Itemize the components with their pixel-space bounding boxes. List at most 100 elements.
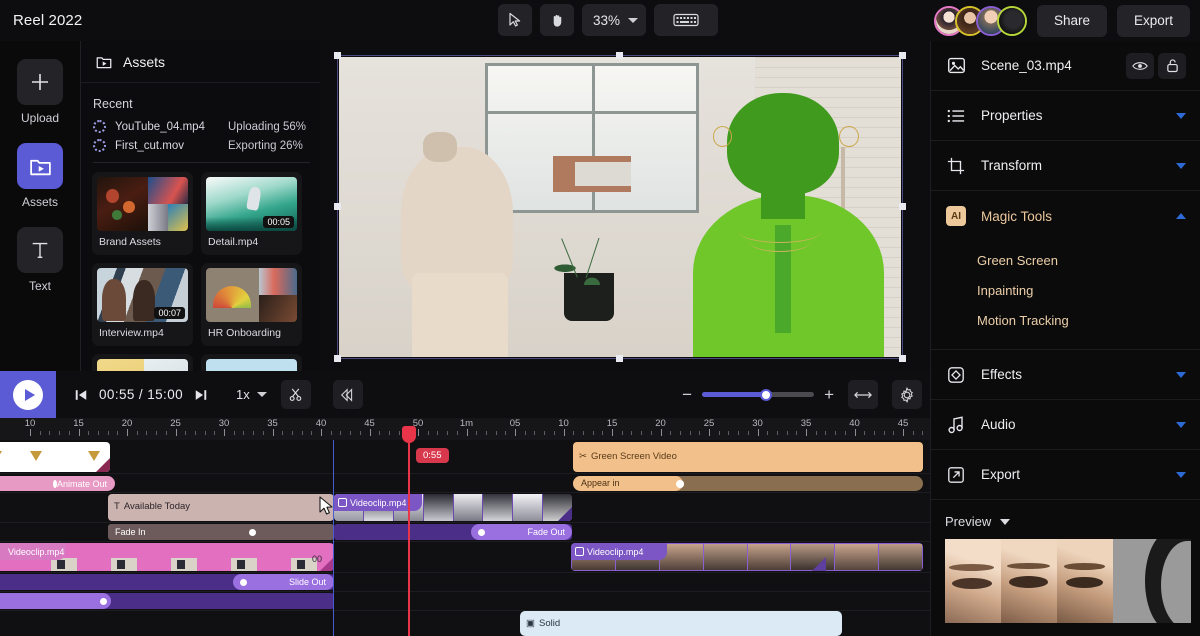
timeline-clip[interactable]: TAvailable Today xyxy=(108,494,334,521)
video-selection-frame[interactable] xyxy=(338,56,902,358)
lock-toggle[interactable] xyxy=(1158,53,1186,79)
sidebar-item-text[interactable]: Text xyxy=(0,227,80,293)
text-button[interactable] xyxy=(17,227,63,273)
zoom-level-dropdown[interactable]: 33% xyxy=(582,4,646,36)
section-magic-tools[interactable]: AI Magic Tools xyxy=(931,191,1200,241)
timeline-clip[interactable]: ▣Solid xyxy=(520,611,842,636)
chevron-down-icon[interactable] xyxy=(1000,519,1010,525)
resize-handle-ml[interactable] xyxy=(334,203,341,210)
playback-speed-dropdown[interactable]: 1x xyxy=(236,387,267,402)
track-row[interactable]: TAvailable Today Video xyxy=(0,493,930,523)
chevron-down-icon[interactable] xyxy=(1176,113,1186,119)
asset-card[interactable]: Brand Assets xyxy=(92,172,193,255)
visibility-toggle[interactable] xyxy=(1126,53,1154,79)
magic-tool-green-screen[interactable]: Green Screen xyxy=(931,245,1200,275)
assets-button[interactable] xyxy=(17,143,63,189)
magic-tool-motion-tracking[interactable]: Motion Tracking xyxy=(931,305,1200,335)
share-button[interactable]: Share xyxy=(1037,5,1107,37)
keyframe-bar[interactable]: Appear in Appear in xyxy=(573,476,923,491)
timeline-settings-button[interactable] xyxy=(892,380,922,409)
chevron-down-icon[interactable] xyxy=(1176,422,1186,428)
keyframe-label: Slide Out xyxy=(289,577,326,587)
timeline-clip[interactable] xyxy=(0,442,110,472)
avatar[interactable] xyxy=(997,6,1027,36)
split-clip-button[interactable] xyxy=(281,380,311,409)
hand-tool-button[interactable] xyxy=(540,4,574,36)
track-row[interactable]: Videoclip.mp4 00 00 xyxy=(0,542,930,573)
zoom-in-button[interactable]: + xyxy=(824,385,834,405)
upload-button[interactable] xyxy=(17,59,63,105)
section-effects[interactable]: Effects xyxy=(931,350,1200,400)
timeline-clip[interactable]: Videoclip.mp4 00 00 xyxy=(0,543,334,571)
select-tool-button[interactable] xyxy=(498,4,532,36)
keyframe-bar[interactable]: Animate Out xyxy=(0,476,115,491)
selected-clip-row[interactable]: Scene_03.mp4 xyxy=(931,41,1200,91)
asset-card[interactable]: 00:07 Interview.mp4 xyxy=(92,263,193,346)
ruler-tick-minor xyxy=(690,431,691,435)
track-row[interactable]: ▣Solid xyxy=(0,611,930,636)
track-row[interactable]: Fade In Fade Out xyxy=(0,523,930,542)
resize-handle-mr[interactable] xyxy=(899,203,906,210)
track-row[interactable]: Slide Out xyxy=(0,573,930,592)
track-row[interactable]: Animate Out Appear in Appear in xyxy=(0,474,930,493)
resize-handle-br[interactable] xyxy=(899,355,906,362)
video-editor-app: Reel 2022 33% xyxy=(0,0,1200,636)
keyframe-bar[interactable]: Fade In xyxy=(108,524,334,540)
section-transform[interactable]: Transform xyxy=(931,141,1200,191)
section-properties[interactable]: Properties xyxy=(931,91,1200,141)
timeline[interactable]: 1015202530354045501m05101520253035404550… xyxy=(0,418,930,636)
section-label: Transform xyxy=(981,158,1042,173)
export-button[interactable]: Export xyxy=(1117,5,1190,37)
playhead-handle[interactable] xyxy=(402,426,416,443)
chevron-up-icon[interactable] xyxy=(1176,213,1186,219)
track-row[interactable]: ✂Green Screen Video xyxy=(0,440,930,474)
effects-icon xyxy=(945,366,967,384)
keyframe-dot[interactable] xyxy=(100,598,107,605)
track-row[interactable] xyxy=(0,592,930,611)
collaborator-avatars[interactable] xyxy=(934,6,1027,36)
zoom-out-button[interactable]: − xyxy=(682,385,692,405)
resize-handle-tr[interactable] xyxy=(899,52,906,59)
preview-filmstrip[interactable] xyxy=(945,539,1191,623)
keyframe-bar[interactable]: Fade Out xyxy=(334,524,572,540)
chevron-down-icon[interactable] xyxy=(1176,163,1186,169)
timeline-clip[interactable]: Videoclip.mp4 xyxy=(571,543,923,571)
keyframe-dot[interactable] xyxy=(676,480,684,488)
resize-handle-tc[interactable] xyxy=(616,52,623,59)
keyframe-dot[interactable] xyxy=(478,529,485,536)
video-preview[interactable] xyxy=(339,57,901,357)
keyframe-bar[interactable]: Slide Out xyxy=(0,574,334,590)
keyframe-dot[interactable] xyxy=(240,579,247,586)
sidebar-item-assets[interactable]: Assets xyxy=(0,143,80,209)
sidebar-item-upload[interactable]: Upload xyxy=(0,59,80,125)
magic-tool-inpainting[interactable]: Inpainting xyxy=(931,275,1200,305)
transition-button[interactable] xyxy=(333,380,363,409)
skip-next-icon[interactable] xyxy=(194,388,208,402)
chevron-down-icon[interactable] xyxy=(1176,372,1186,378)
timeline-clip[interactable]: ✂Green Screen Video xyxy=(573,442,923,472)
keyboard-shortcuts-button[interactable] xyxy=(654,4,718,36)
keyframe-dot[interactable] xyxy=(249,529,256,536)
resize-handle-tl[interactable] xyxy=(334,52,341,59)
keyframe-bar[interactable] xyxy=(0,593,334,609)
upload-row[interactable]: YouTube_04.mp4 Uploading 56% xyxy=(81,117,320,136)
playhead[interactable]: 0:55 xyxy=(408,440,410,636)
fit-to-width-button[interactable] xyxy=(848,380,878,409)
slider-knob[interactable] xyxy=(760,389,772,401)
resize-handle-bc[interactable] xyxy=(616,355,623,362)
upload-row[interactable]: First_cut.mov Exporting 26% xyxy=(81,136,320,155)
play-button[interactable] xyxy=(0,371,56,418)
asset-card[interactable]: 00:05 Detail.mp4 xyxy=(201,172,302,255)
skip-previous-icon[interactable] xyxy=(74,388,88,402)
section-export[interactable]: Export xyxy=(931,450,1200,500)
resize-handle-bl[interactable] xyxy=(334,355,341,362)
timeline-zoom-slider[interactable] xyxy=(702,392,814,397)
timeline-tracks[interactable]: ✂Green Screen Video Animate Out Appear i… xyxy=(0,440,930,636)
preview-header[interactable]: Preview xyxy=(931,500,1200,539)
section-audio[interactable]: Audio xyxy=(931,400,1200,450)
timeline-clip[interactable]: Videoclip.mp4 xyxy=(334,494,572,521)
timeline-ruler[interactable]: 1015202530354045501m05101520253035404550 xyxy=(0,418,930,440)
asset-card[interactable]: HR Onboarding xyxy=(201,263,302,346)
chevron-down-icon[interactable] xyxy=(1176,472,1186,478)
timeline-marker[interactable] xyxy=(333,440,334,636)
